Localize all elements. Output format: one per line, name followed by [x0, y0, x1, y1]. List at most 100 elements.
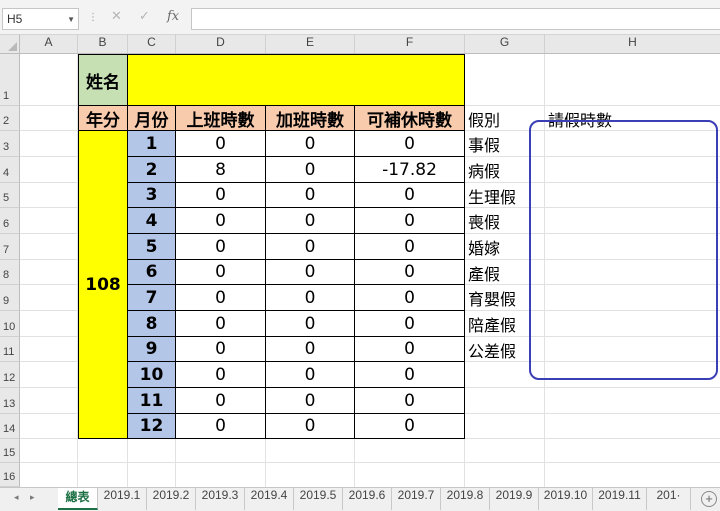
column-header-c[interactable]: C [128, 35, 176, 53]
work-hours-cell[interactable]: 0 [176, 337, 266, 362]
year-value-cell[interactable]: 108 [78, 131, 128, 439]
comp-hours-cell[interactable]: 0 [355, 388, 465, 414]
comp-hours-header-cell[interactable]: 可補休時數 [355, 106, 465, 131]
column-header-h[interactable]: H [545, 35, 720, 53]
overtime-cell[interactable]: 0 [266, 311, 355, 337]
row-header-10[interactable]: 10 [0, 311, 20, 337]
close-icon[interactable]: ✕ [111, 9, 122, 24]
select-all-button[interactable] [0, 35, 20, 53]
comp-hours-cell[interactable]: 0 [355, 285, 465, 311]
work-hours-cell[interactable]: 0 [176, 414, 266, 439]
overtime-cell[interactable]: 0 [266, 183, 355, 208]
overtime-cell[interactable]: 0 [266, 362, 355, 388]
comp-hours-cell[interactable]: 0 [355, 260, 465, 285]
month-cell[interactable]: 2 [128, 157, 176, 183]
overtime-cell[interactable]: 0 [266, 157, 355, 183]
overtime-cell[interactable]: 0 [266, 131, 355, 157]
year-header-cell[interactable]: 年分 [78, 106, 128, 131]
sheet-tab[interactable]: 2019.5 [294, 488, 343, 510]
row-header-11[interactable]: 11 [0, 337, 20, 362]
work-hours-cell[interactable]: 0 [176, 260, 266, 285]
chevron-down-icon[interactable]: ▼ [67, 15, 75, 24]
month-cell[interactable]: 8 [128, 311, 176, 337]
sheet-tab[interactable]: 2019.3 [196, 488, 245, 510]
month-cell[interactable]: 3 [128, 183, 176, 208]
sheet-tab[interactable]: 2019.4 [245, 488, 294, 510]
month-cell[interactable]: 9 [128, 337, 176, 362]
sheet-tab[interactable]: 2019.7 [392, 488, 441, 510]
sheet-tab[interactable]: 2019.10 [539, 488, 593, 510]
row-header-5[interactable]: 5 [0, 183, 20, 208]
work-hours-cell[interactable]: 0 [176, 362, 266, 388]
name-value-cell[interactable] [128, 54, 465, 106]
work-hours-header-cell[interactable]: 上班時數 [176, 106, 266, 131]
rounded-rectangle-shape[interactable] [529, 120, 718, 380]
work-hours-cell[interactable]: 0 [176, 131, 266, 157]
row-header-2[interactable]: 2 [0, 106, 20, 131]
month-cell[interactable]: 12 [128, 414, 176, 439]
check-icon[interactable]: ✓ [139, 9, 150, 24]
insert-function-icon[interactable]: fx [167, 9, 179, 24]
row-header-4[interactable]: 4 [0, 157, 20, 183]
overtime-cell[interactable]: 0 [266, 388, 355, 414]
row-header-3[interactable]: 3 [0, 131, 20, 157]
comp-hours-cell[interactable]: 0 [355, 234, 465, 260]
comp-hours-cell[interactable]: 0 [355, 131, 465, 157]
row-header-8[interactable]: 8 [0, 260, 20, 285]
sheet-tab[interactable]: 2019.2 [147, 488, 196, 510]
formula-bar-grip[interactable]: ⋮ [88, 12, 98, 23]
comp-hours-cell[interactable]: 0 [355, 337, 465, 362]
overtime-cell[interactable]: 0 [266, 337, 355, 362]
row-header-9[interactable]: 9 [0, 285, 20, 311]
overtime-cell[interactable]: 0 [266, 234, 355, 260]
comp-hours-cell[interactable]: -17.82 [355, 157, 465, 183]
comp-hours-cell[interactable]: 0 [355, 183, 465, 208]
work-hours-cell[interactable]: 0 [176, 234, 266, 260]
scroll-tabs-left-icon[interactable]: ◂ [14, 493, 19, 503]
row-header-15[interactable]: 15 [0, 439, 20, 463]
name-box[interactable]: H5 ▼ [2, 8, 79, 30]
column-header-d[interactable]: D [176, 35, 266, 53]
overtime-header-cell[interactable]: 加班時數 [266, 106, 355, 131]
month-cell[interactable]: 11 [128, 388, 176, 414]
sheet-tab[interactable]: 2019.11 [593, 488, 647, 510]
column-header-a[interactable]: A [20, 35, 78, 53]
scroll-tabs-right-icon[interactable]: ▸ [30, 493, 35, 503]
overtime-cell[interactable]: 0 [266, 285, 355, 311]
column-header-f[interactable]: F [355, 35, 465, 53]
sheet-tab[interactable]: 2019.9 [490, 488, 539, 510]
month-cell[interactable]: 10 [128, 362, 176, 388]
month-header-cell[interactable]: 月份 [128, 106, 176, 131]
formula-input[interactable] [191, 8, 720, 30]
month-cell[interactable]: 4 [128, 208, 176, 234]
month-cell[interactable]: 7 [128, 285, 176, 311]
sheet-tab-summary[interactable]: 總表 [58, 488, 98, 510]
name-label-cell[interactable]: 姓名 [78, 54, 128, 106]
work-hours-cell[interactable]: 0 [176, 388, 266, 414]
column-header-b[interactable]: B [78, 35, 128, 53]
row-header-16[interactable]: 16 [0, 463, 20, 487]
comp-hours-cell[interactable]: 0 [355, 362, 465, 388]
comp-hours-cell[interactable]: 0 [355, 414, 465, 439]
comp-hours-cell[interactable]: 0 [355, 311, 465, 337]
work-hours-cell[interactable]: 8 [176, 157, 266, 183]
row-header-12[interactable]: 12 [0, 362, 20, 388]
overtime-cell[interactable]: 0 [266, 414, 355, 439]
work-hours-cell[interactable]: 0 [176, 311, 266, 337]
overtime-cell[interactable]: 0 [266, 208, 355, 234]
comp-hours-cell[interactable]: 0 [355, 208, 465, 234]
work-hours-cell[interactable]: 0 [176, 183, 266, 208]
overtime-cell[interactable]: 0 [266, 260, 355, 285]
plus-icon[interactable]: + [701, 491, 717, 507]
row-header-1[interactable]: 1 [0, 54, 20, 106]
row-header-6[interactable]: 6 [0, 208, 20, 234]
work-hours-cell[interactable]: 0 [176, 208, 266, 234]
column-header-g[interactable]: G [465, 35, 545, 53]
row-header-14[interactable]: 14 [0, 414, 20, 439]
work-hours-cell[interactable]: 0 [176, 285, 266, 311]
sheet-tab[interactable]: 2019.1 [98, 488, 147, 510]
month-cell[interactable]: 6 [128, 260, 176, 285]
month-cell[interactable]: 5 [128, 234, 176, 260]
row-header-7[interactable]: 7 [0, 234, 20, 260]
sheet-tab[interactable]: 201· [647, 488, 691, 510]
